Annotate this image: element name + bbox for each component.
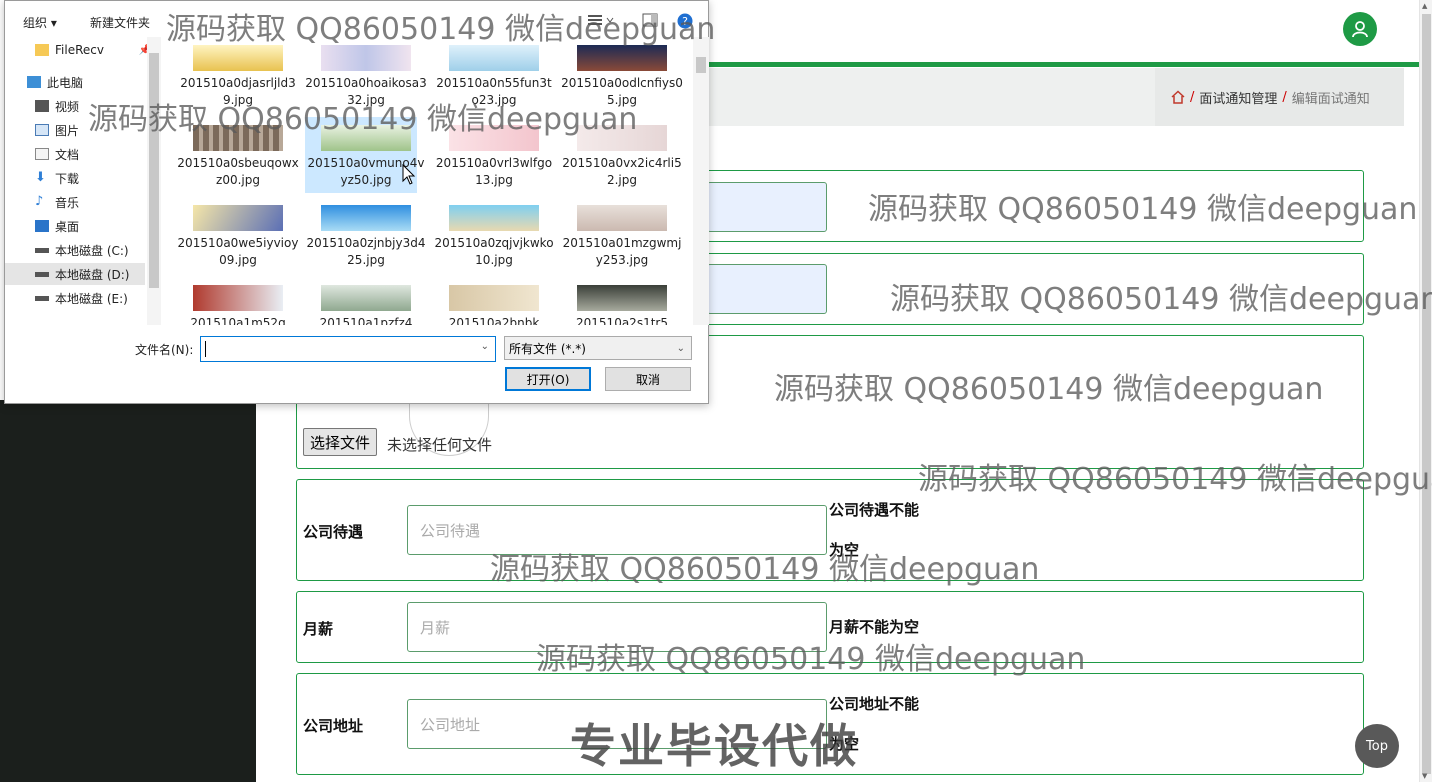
scroll-down-icon[interactable]: ▼ bbox=[1422, 772, 1427, 780]
file-thumbnail bbox=[577, 205, 667, 231]
file-item[interactable]: 201510a0zjnbjy3d425.jpg bbox=[305, 197, 425, 273]
drive-icon bbox=[35, 247, 49, 253]
video-icon bbox=[35, 100, 49, 112]
file-list-scrollbar[interactable] bbox=[693, 37, 709, 325]
watermark-text: 源码获取 QQ86050149 微信deepguan bbox=[890, 282, 1432, 317]
drive-icon bbox=[35, 271, 49, 277]
watermark-text: 源码获取 QQ86050149 微信deepguan bbox=[88, 102, 638, 137]
chevron-down-icon[interactable]: ⌄ bbox=[481, 341, 489, 352]
watermark-text: 源码获取 QQ86050149 微信deepguan bbox=[868, 192, 1418, 227]
watermark-text: 源码获取 QQ86050149 微信deepguan bbox=[490, 552, 1040, 587]
nav-item-drive-c[interactable]: 本地磁盘 (C:) bbox=[35, 239, 151, 261]
navigation-pane: FileRecv 📌 此电脑 视频 图片 文档 ⬇ 下载 ♪ 音乐 桌面 本地磁… bbox=[5, 37, 163, 325]
file-thumbnail bbox=[321, 205, 411, 231]
nav-item-downloads[interactable]: ⬇ 下载 bbox=[35, 167, 151, 189]
file-thumbnail bbox=[577, 45, 667, 71]
filetype-select[interactable]: 所有文件 (*.*) ⌄ bbox=[504, 336, 692, 360]
file-item[interactable]: 201510a2bnbk bbox=[433, 277, 545, 325]
file-thumbnail bbox=[449, 205, 539, 231]
cancel-button[interactable]: 取消 bbox=[605, 367, 691, 391]
nav-item-drive-e[interactable]: 本地磁盘 (E:) bbox=[35, 287, 151, 309]
chevron-down-icon: ⌄ bbox=[676, 342, 685, 354]
text-cursor bbox=[205, 341, 206, 357]
nav-item-drive-d[interactable]: 本地磁盘 (D:) bbox=[5, 263, 145, 285]
file-item[interactable]: 201510a1m52g bbox=[177, 277, 289, 325]
nav-item-filerecv[interactable]: FileRecv 📌 bbox=[35, 39, 151, 61]
breadcrumb: / 面试通知管理 / 编辑面试通知 bbox=[1155, 68, 1404, 126]
watermark-text: 源码获取 QQ86050149 微信deepguan bbox=[918, 462, 1432, 497]
file-thumbnail bbox=[321, 285, 411, 311]
download-icon: ⬇ bbox=[35, 170, 46, 185]
breadcrumb-separator: / bbox=[1190, 89, 1195, 105]
breadcrumb-current: 编辑面试通知 bbox=[1291, 91, 1370, 107]
file-status-text: 未选择任何文件 bbox=[387, 436, 493, 454]
file-thumbnail bbox=[577, 285, 667, 311]
desktop-icon bbox=[35, 220, 49, 232]
file-thumbnail bbox=[193, 45, 283, 71]
address-label: 公司地址 bbox=[303, 717, 364, 735]
file-thumbnail bbox=[449, 285, 539, 311]
file-thumbnail bbox=[449, 45, 539, 71]
salary-label: 月薪 bbox=[303, 620, 334, 638]
file-list-scrollbar-thumb[interactable] bbox=[696, 57, 706, 73]
file-item[interactable]: 201510a01mzgwmjy253.jpg bbox=[561, 197, 681, 273]
drive-icon bbox=[35, 295, 49, 301]
music-icon: ♪ bbox=[35, 194, 44, 209]
filename-input[interactable]: ⌄ bbox=[200, 336, 496, 362]
documents-icon bbox=[35, 148, 49, 160]
open-button[interactable]: 打开(O) bbox=[505, 367, 591, 391]
scroll-up-icon[interactable]: ▲ bbox=[1422, 2, 1427, 10]
nav-item-desktop[interactable]: 桌面 bbox=[35, 215, 151, 237]
benefits-label: 公司待遇 bbox=[303, 523, 364, 541]
file-thumbnail bbox=[321, 45, 411, 71]
home-icon[interactable] bbox=[1171, 90, 1185, 104]
scrollbar-thumb[interactable] bbox=[1422, 14, 1431, 774]
folder-icon bbox=[35, 44, 49, 56]
nav-item-documents[interactable]: 文档 bbox=[35, 143, 151, 165]
watermark-text: 源码获取 QQ86050149 微信deepguan bbox=[774, 372, 1324, 407]
user-icon bbox=[1352, 21, 1368, 38]
watermark-text: 源码获取 QQ86050149 微信deepguan bbox=[166, 12, 716, 47]
filename-label: 文件名(N): bbox=[135, 343, 194, 357]
page-scrollbar[interactable]: ▲ ▼ bbox=[1419, 0, 1432, 782]
file-open-dialog: 组织 ▾ 新建文件夹 ? FileRecv 📌 此电脑 视频 图片 文档 ⬇ 下… bbox=[4, 0, 709, 404]
nav-scrollbar[interactable] bbox=[147, 37, 161, 325]
breadcrumb-separator: / bbox=[1282, 89, 1287, 105]
file-item[interactable]: 201510a0we5iyvioy09.jpg bbox=[177, 197, 298, 273]
user-avatar-button[interactable] bbox=[1343, 12, 1377, 46]
pictures-icon bbox=[35, 124, 49, 136]
nav-item-this-pc[interactable]: 此电脑 bbox=[27, 71, 143, 93]
file-item[interactable]: 201510a0zqjvjkwko10.jpg bbox=[433, 197, 554, 273]
new-folder-button[interactable]: 新建文件夹 bbox=[90, 14, 150, 31]
choose-file-button[interactable]: 选择文件 bbox=[303, 428, 378, 456]
mouse-cursor-icon bbox=[402, 164, 416, 185]
watermark-text: 源码获取 QQ86050149 微信deepguan bbox=[536, 642, 1086, 677]
form-field-1[interactable] bbox=[707, 182, 827, 232]
sidebar bbox=[0, 400, 256, 782]
nav-item-music[interactable]: ♪ 音乐 bbox=[35, 191, 151, 213]
file-list: 201510a0djasrljld39.jpg 201510a0hoaikosa… bbox=[165, 37, 693, 325]
file-item[interactable]: 201510a2s1tr5 bbox=[561, 277, 673, 325]
computer-icon bbox=[27, 76, 41, 88]
breadcrumb-item[interactable]: 面试通知管理 bbox=[1199, 88, 1277, 107]
screen: / 面试通知管理 / 编辑面试通知 选择文件 未选择任何文件 公司待遇 公司待遇… bbox=[0, 0, 1432, 782]
watermark-big: 专业毕设代做 bbox=[570, 719, 858, 773]
file-thumbnail bbox=[193, 285, 283, 311]
back-to-top-button[interactable]: Top bbox=[1355, 724, 1399, 768]
file-thumbnail bbox=[193, 205, 283, 231]
nav-scrollbar-thumb[interactable] bbox=[149, 53, 159, 288]
form-field-2[interactable] bbox=[707, 264, 827, 314]
organize-menu[interactable]: 组织 ▾ bbox=[23, 14, 57, 31]
file-item[interactable]: 201510a1pzfz4 bbox=[305, 277, 417, 325]
